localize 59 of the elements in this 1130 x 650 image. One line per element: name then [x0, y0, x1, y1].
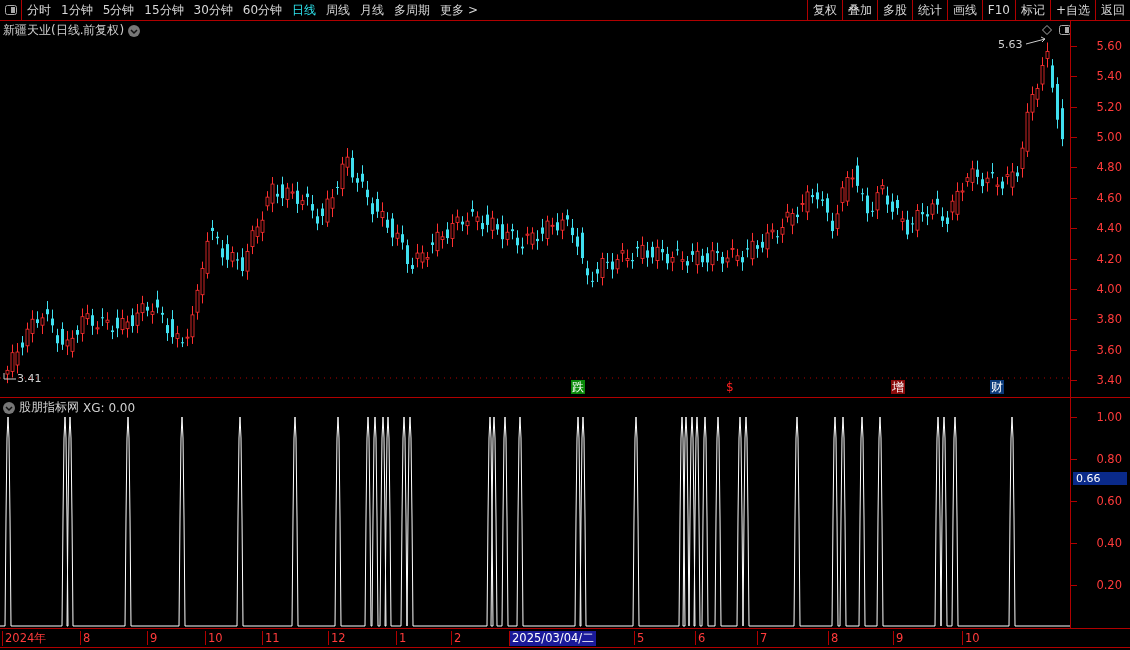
period-tab[interactable]: 周线	[321, 0, 356, 20]
high-arrow-icon	[1025, 36, 1046, 45]
date-axis-label: 9	[147, 631, 160, 645]
current-value-label: 0.66	[1073, 472, 1127, 485]
chevron-down-icon[interactable]	[3, 401, 15, 414]
indicator-title: 股朋指标网	[19, 399, 79, 416]
date-axis-label: 8	[80, 631, 93, 645]
price-axis-label: 4.60	[1096, 190, 1122, 205]
diamond-icon[interactable]	[1042, 25, 1052, 35]
price-axis-label: 3.80	[1096, 312, 1122, 327]
indicator-axis-label: 0.20	[1096, 578, 1122, 592]
low-price-label: 3.41	[17, 372, 42, 385]
date-axis-label: 2	[451, 631, 464, 645]
price-axis-label: 4.40	[1096, 221, 1122, 236]
price-axis-label: 4.80	[1096, 160, 1122, 175]
date-axis-label: 1	[396, 631, 409, 645]
date-axis-label: 11	[262, 631, 282, 645]
price-axis-label: 5.60	[1096, 39, 1122, 53]
period-tab[interactable]: 多周期	[389, 0, 436, 20]
date-axis-label: 6	[695, 631, 708, 645]
chevron-down-icon[interactable]	[128, 24, 141, 37]
chart-title: 新疆天业(日线.前复权)	[3, 22, 125, 39]
date-axis-label: 7	[757, 631, 770, 645]
date-axis-label: 2025/03/04/二	[509, 631, 597, 646]
date-axis-label: 8	[828, 631, 841, 645]
period-tab[interactable]: 更多 >	[435, 0, 483, 20]
high-price-label: 5.63	[998, 38, 1023, 51]
period-tab[interactable]: 15分钟	[139, 0, 189, 20]
date-axis-label: 2024年	[2, 631, 49, 646]
period-tab[interactable]: 日线	[287, 0, 322, 20]
indicator-axis-label: 1.00	[1096, 410, 1122, 424]
indicator-axis-label: 0.80	[1096, 452, 1122, 466]
price-axis-label: 4.20	[1096, 251, 1122, 266]
period-tab[interactable]: 30分钟	[188, 0, 238, 20]
split-view-icon	[4, 5, 17, 15]
date-axis-label: 5	[634, 631, 647, 645]
date-axis-label: 12	[328, 631, 348, 645]
indicator-reading: XG: 0.00	[83, 400, 136, 415]
split-view-icon[interactable]	[1059, 25, 1071, 35]
date-axis-label: 9	[893, 631, 906, 645]
period-tab[interactable]: 月线	[355, 0, 390, 20]
period-tab[interactable]: 60分钟	[237, 0, 288, 20]
period-tab[interactable]: 5分钟	[97, 0, 140, 20]
price-axis-label: 3.40	[1096, 373, 1122, 387]
date-axis-label: 10	[962, 631, 982, 645]
event-marker[interactable]: 财	[990, 380, 1004, 394]
price-axis-label: 5.00	[1096, 130, 1122, 145]
price-axis-label: 5.40	[1096, 69, 1122, 84]
indicator-axis-label: 0.60	[1096, 494, 1122, 508]
price-axis-label: 5.20	[1096, 99, 1122, 114]
date-axis-label: 10	[205, 631, 225, 645]
period-tab[interactable]: 1分钟	[56, 0, 98, 20]
event-marker[interactable]: $	[725, 380, 735, 394]
price-axis-label: 3.60	[1096, 342, 1122, 357]
period-tab[interactable]: 分时	[22, 0, 56, 20]
event-marker[interactable]: 跌	[571, 380, 585, 394]
event-marker[interactable]: 增	[891, 380, 905, 394]
price-axis-label: 4.00	[1096, 281, 1122, 296]
indicator-axis-label: 0.40	[1096, 536, 1122, 550]
